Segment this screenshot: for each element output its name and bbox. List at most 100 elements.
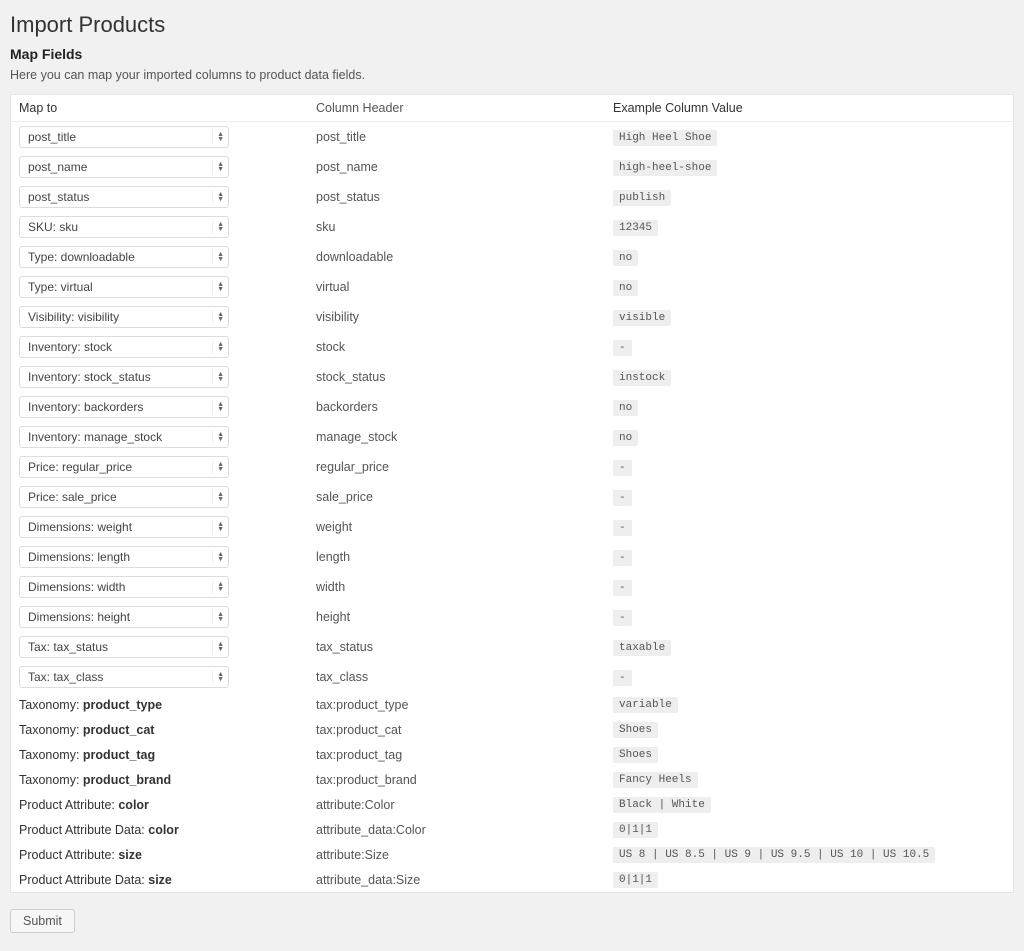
- sort-arrows-icon: ▲▼: [212, 220, 224, 234]
- column-header-value: post_title: [316, 130, 613, 144]
- column-header-value: tax:product_cat: [316, 723, 613, 737]
- table-header-row: Map to Column Header Example Column Valu…: [11, 95, 1013, 122]
- table-row: Inventory: backorders▲▼backordersno: [11, 392, 1013, 422]
- page-title: Import Products: [10, 12, 1014, 38]
- table-row: post_status▲▼ post_statuspublish: [11, 182, 1013, 212]
- table-row: Taxonomy: product_typetax:product_typeva…: [11, 692, 1013, 717]
- example-value: high-heel-shoe: [613, 160, 717, 176]
- column-header-value: length: [316, 550, 613, 564]
- example-value: US 8 | US 8.5 | US 9 | US 9.5 | US 10 | …: [613, 847, 935, 863]
- example-value: 0|1|1: [613, 872, 658, 888]
- sort-arrows-icon: ▲▼: [212, 280, 224, 294]
- example-value: Black | White: [613, 797, 711, 813]
- map-select[interactable]: Inventory: stock_status ▲▼: [19, 366, 229, 388]
- table-row: Type: virtual▲▼virtualno: [11, 272, 1013, 302]
- map-select-value: Inventory: stock_status: [28, 370, 151, 384]
- sort-arrows-icon: ▲▼: [212, 250, 224, 264]
- map-plain-label: Taxonomy: product_brand: [19, 773, 171, 787]
- map-plain-label: Taxonomy: product_type: [19, 698, 162, 712]
- map-select[interactable]: Dimensions: height▲▼: [19, 606, 229, 628]
- map-plain-label: Product Attribute: size: [19, 848, 142, 862]
- example-value: publish: [613, 190, 671, 206]
- map-select-value: Type: downloadable: [28, 250, 135, 264]
- column-header-value: tax:product_brand: [316, 773, 613, 787]
- table-row: Tax: tax_status▲▼tax_statustaxable: [11, 632, 1013, 662]
- sort-arrows-icon: ▲▼: [212, 190, 224, 204]
- example-value: -: [613, 550, 632, 566]
- map-select[interactable]: Inventory: stock▲▼: [19, 336, 229, 358]
- map-select[interactable]: Type: downloadable ▲▼: [19, 246, 229, 268]
- example-value: -: [613, 520, 632, 536]
- column-header-value: attribute_data:Color: [316, 823, 613, 837]
- map-select[interactable]: Tax: tax_class ▲▼: [19, 666, 229, 688]
- col-header-mapto: Map to: [19, 101, 316, 115]
- map-plain-label: Product Attribute Data: color: [19, 823, 179, 837]
- sort-arrows-icon: ▲▼: [212, 490, 224, 504]
- sort-arrows-icon: ▲▼: [212, 670, 224, 684]
- map-select[interactable]: Dimensions: weight ▲▼: [19, 516, 229, 538]
- column-header-value: tax:product_tag: [316, 748, 613, 762]
- table-row: Inventory: stock_status ▲▼ stock_statusins…: [11, 362, 1013, 392]
- table-row: post_title▲▼post_titleHigh Heel Shoe: [11, 122, 1013, 152]
- table-row: Dimensions: height▲▼height-: [11, 602, 1013, 632]
- example-value: -: [613, 460, 632, 476]
- example-value: Fancy Heels: [613, 772, 698, 788]
- column-header-value: stock_status: [316, 370, 613, 384]
- sort-arrows-icon: ▲▼: [212, 520, 224, 534]
- map-select-value: Dimensions: weight: [28, 520, 132, 534]
- section-title: Map Fields: [10, 46, 1014, 62]
- example-value: instock: [613, 370, 671, 386]
- submit-button[interactable]: Submit: [10, 909, 75, 933]
- example-value: -: [613, 580, 632, 596]
- column-header-value: attribute_data:Size: [316, 873, 613, 887]
- column-header-value: stock: [316, 340, 613, 354]
- map-select-value: Tax: tax_class: [28, 670, 103, 684]
- table-row: post_name▲▼ post_namehigh-heel-shoe: [11, 152, 1013, 182]
- table-row: Product Attribute: color attribute:ColorB…: [11, 792, 1013, 817]
- map-select[interactable]: Dimensions: length ▲▼: [19, 546, 229, 568]
- column-header-value: backorders: [316, 400, 613, 414]
- map-select[interactable]: post_status▲▼: [19, 186, 229, 208]
- sort-arrows-icon: ▲▼: [212, 310, 224, 324]
- column-header-value: attribute:Size: [316, 848, 613, 862]
- column-header-value: attribute:Color: [316, 798, 613, 812]
- map-select[interactable]: Type: virtual▲▼: [19, 276, 229, 298]
- sort-arrows-icon: ▲▼: [212, 430, 224, 444]
- map-plain-label: Taxonomy: product_cat: [19, 723, 154, 737]
- map-select[interactable]: post_name▲▼: [19, 156, 229, 178]
- sort-arrows-icon: ▲▼: [212, 340, 224, 354]
- sort-arrows-icon: ▲▼: [212, 550, 224, 564]
- column-header-value: post_name: [316, 160, 613, 174]
- col-header-header: Column Header: [316, 101, 613, 115]
- map-select[interactable]: post_title▲▼: [19, 126, 229, 148]
- map-select[interactable]: Inventory: backorders▲▼: [19, 396, 229, 418]
- map-select[interactable]: Inventory: manage_stock ▲▼: [19, 426, 229, 448]
- map-select[interactable]: Visibility: visibility▲▼: [19, 306, 229, 328]
- column-header-value: tax_status: [316, 640, 613, 654]
- map-select[interactable]: SKU: sku▲▼: [19, 216, 229, 238]
- example-value: variable: [613, 697, 678, 713]
- map-plain-label: Product Attribute Data: size: [19, 873, 172, 887]
- sort-arrows-icon: ▲▼: [212, 370, 224, 384]
- map-plain-label: Product Attribute: color: [19, 798, 149, 812]
- table-row: Inventory: stock▲▼stock-: [11, 332, 1013, 362]
- column-header-value: post_status: [316, 190, 613, 204]
- map-select[interactable]: Price: sale_price▲▼: [19, 486, 229, 508]
- map-select[interactable]: Dimensions: width▲▼: [19, 576, 229, 598]
- column-header-value: tax_class: [316, 670, 613, 684]
- map-select[interactable]: Price: regular_price▲▼: [19, 456, 229, 478]
- example-value: -: [613, 610, 632, 626]
- map-select-value: Dimensions: length: [28, 550, 130, 564]
- column-header-value: virtual: [316, 280, 613, 294]
- example-value: visible: [613, 310, 671, 326]
- table-row: Type: downloadable▲▼downloadableno: [11, 242, 1013, 272]
- example-value: 0|1|1: [613, 822, 658, 838]
- table-row: Price: regular_price▲▼regular_price-: [11, 452, 1013, 482]
- map-select[interactable]: Tax: tax_status▲▼: [19, 636, 229, 658]
- map-select-value: Inventory: manage_stock: [28, 430, 162, 444]
- section-intro: Here you can map your imported columns t…: [10, 68, 1014, 82]
- example-value: 12345: [613, 220, 658, 236]
- table-row: Inventory: manage_stock▲▼manage_stockno: [11, 422, 1013, 452]
- column-header-value: width: [316, 580, 613, 594]
- column-header-value: visibility: [316, 310, 613, 324]
